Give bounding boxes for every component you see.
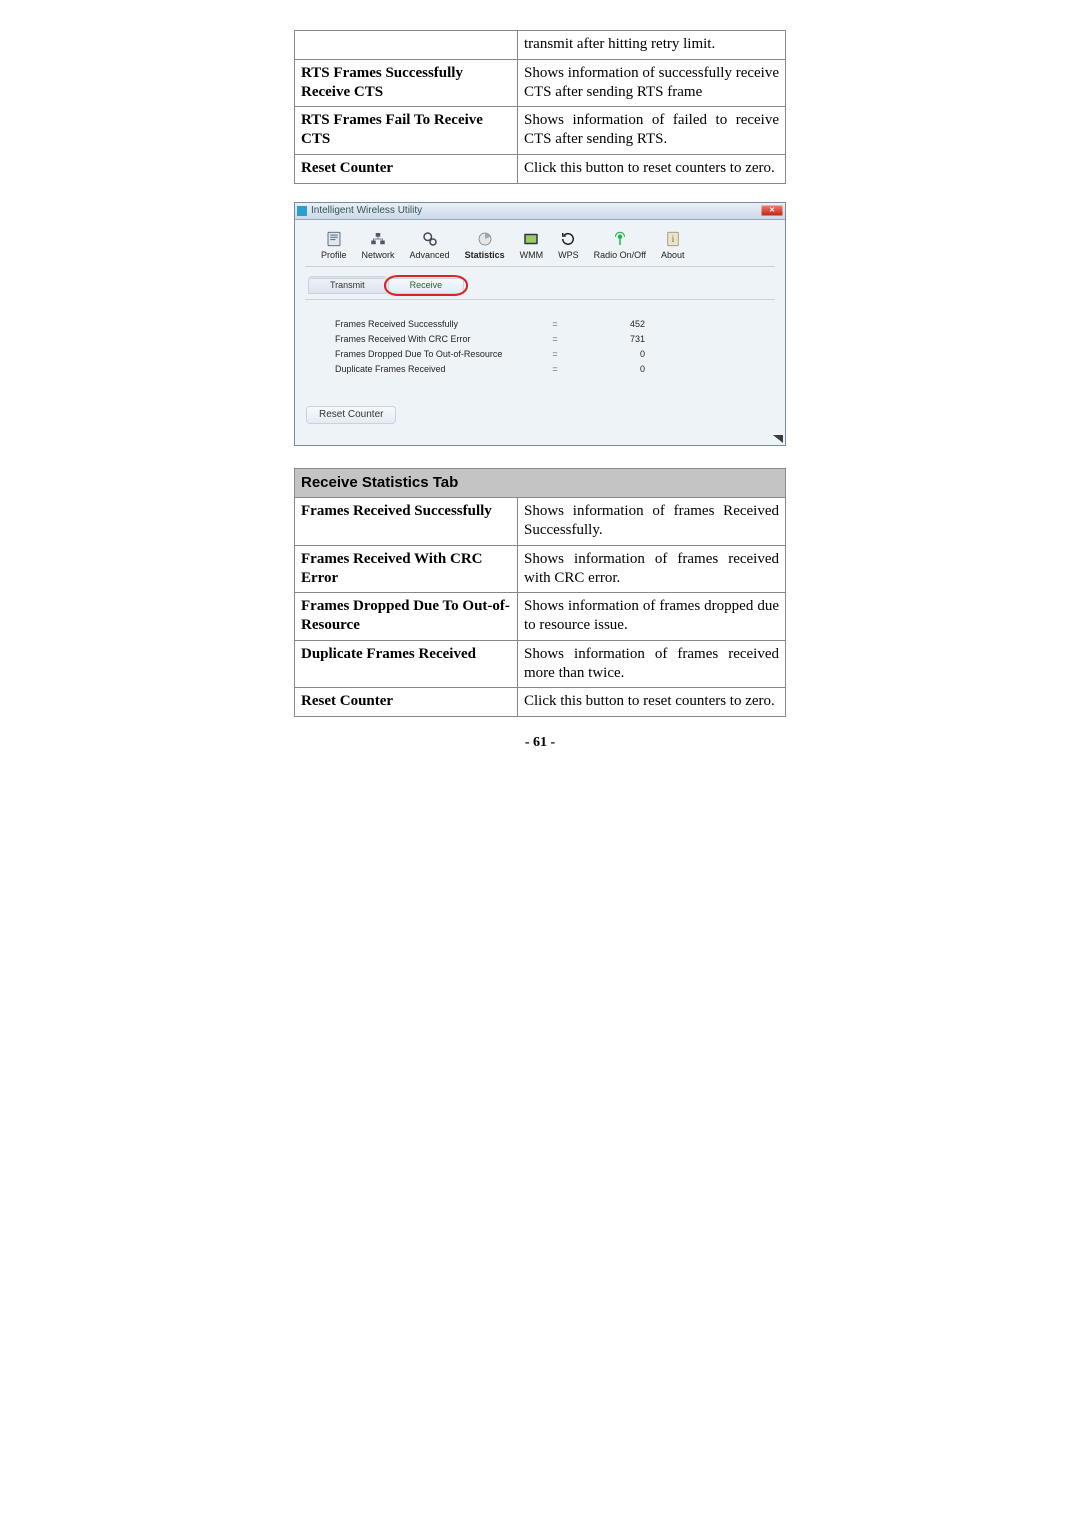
main-toolbar: Profile Network Advanced bbox=[305, 226, 775, 267]
table-section-header: Receive Statistics Tab bbox=[295, 468, 786, 498]
stat-row: Frames Received With CRC Error = 731 bbox=[335, 334, 755, 344]
table-row: transmit after hitting retry limit. bbox=[295, 31, 786, 60]
statistics-subtabs: Transmit Receive bbox=[305, 267, 775, 301]
toolbar-item-label: Advanced bbox=[410, 250, 450, 260]
wmm-icon bbox=[521, 230, 541, 248]
table-row: RTS Frames Fail To Receive CTS Shows inf… bbox=[295, 107, 786, 155]
stat-label: Duplicate Frames Received bbox=[335, 364, 535, 374]
tab-transmit[interactable]: Transmit bbox=[309, 277, 386, 293]
wireless-utility-window: Intelligent Wireless Utility ✕ Profile N… bbox=[294, 202, 786, 446]
toolbar-wmm[interactable]: WMM bbox=[514, 228, 550, 262]
stat-value: 452 bbox=[575, 319, 645, 329]
stat-value: 0 bbox=[575, 364, 645, 374]
desc-cell: transmit after hitting retry limit. bbox=[518, 31, 786, 60]
close-button[interactable]: ✕ bbox=[761, 205, 783, 216]
tab-label: Transmit bbox=[330, 280, 365, 290]
toolbar-item-label: Profile bbox=[321, 250, 347, 260]
profile-icon bbox=[324, 230, 344, 248]
term-cell: Frames Received Successfully bbox=[295, 498, 518, 546]
window-title: Intelligent Wireless Utility bbox=[311, 205, 422, 216]
table-row: Frames Received With CRC Error Shows inf… bbox=[295, 545, 786, 593]
desc-cell: Shows information of frames received mor… bbox=[518, 640, 786, 688]
term-cell: Frames Received With CRC Error bbox=[295, 545, 518, 593]
stat-row: Duplicate Frames Received = 0 bbox=[335, 364, 755, 374]
top-definitions-table: transmit after hitting retry limit. RTS … bbox=[294, 30, 786, 184]
table-row: Duplicate Frames Received Shows informat… bbox=[295, 640, 786, 688]
tab-label: Receive bbox=[410, 280, 443, 290]
page-number: - 61 - bbox=[0, 735, 1080, 751]
tab-receive[interactable]: Receive bbox=[389, 277, 464, 293]
toolbar-item-label: Statistics bbox=[465, 250, 505, 260]
term-cell: Reset Counter bbox=[295, 688, 518, 717]
term-cell: Reset Counter bbox=[295, 154, 518, 183]
desc-cell: Shows information of frames received wit… bbox=[518, 545, 786, 593]
receive-stats-block: Frames Received Successfully = 452 Frame… bbox=[305, 310, 775, 389]
stat-label: Frames Dropped Due To Out-of-Resource bbox=[335, 349, 535, 359]
toolbar-item-label: WPS bbox=[558, 250, 579, 260]
toolbar-statistics[interactable]: Statistics bbox=[459, 228, 511, 262]
toolbar-item-label: WMM bbox=[520, 250, 544, 260]
table-row: Frames Dropped Due To Out-of-Resource Sh… bbox=[295, 593, 786, 641]
stat-value: 0 bbox=[575, 349, 645, 359]
desc-cell: Shows information of successfully receiv… bbox=[518, 59, 786, 107]
desc-cell: Click this button to reset counters to z… bbox=[518, 688, 786, 717]
stat-equals: = bbox=[535, 319, 575, 329]
network-icon bbox=[368, 230, 388, 248]
stat-equals: = bbox=[535, 364, 575, 374]
receive-stats-definitions-table: Receive Statistics Tab Frames Received S… bbox=[294, 468, 786, 718]
stat-row: Frames Dropped Due To Out-of-Resource = … bbox=[335, 349, 755, 359]
stat-value: 731 bbox=[575, 334, 645, 344]
wps-icon bbox=[558, 230, 578, 248]
term-cell: RTS Frames Fail To Receive CTS bbox=[295, 107, 518, 155]
toolbar-advanced[interactable]: Advanced bbox=[404, 228, 456, 262]
term-cell bbox=[295, 31, 518, 60]
statistics-icon bbox=[475, 230, 495, 248]
app-icon bbox=[297, 206, 307, 216]
stat-equals: = bbox=[535, 349, 575, 359]
toolbar-item-label: Radio On/Off bbox=[594, 250, 646, 260]
gears-icon bbox=[420, 230, 440, 248]
window-titlebar: Intelligent Wireless Utility ✕ bbox=[295, 203, 785, 220]
radio-on-icon bbox=[610, 230, 630, 248]
term-cell: RTS Frames Successfully Receive CTS bbox=[295, 59, 518, 107]
reset-counter-button[interactable]: Reset Counter bbox=[307, 407, 395, 423]
section-heading: Receive Statistics Tab bbox=[295, 468, 786, 498]
desc-cell: Shows information of frames Received Suc… bbox=[518, 498, 786, 546]
stat-equals: = bbox=[535, 334, 575, 344]
toolbar-radio-toggle[interactable]: Radio On/Off bbox=[588, 228, 652, 262]
table-row: Reset Counter Click this button to reset… bbox=[295, 688, 786, 717]
term-cell: Frames Dropped Due To Out-of-Resource bbox=[295, 593, 518, 641]
toolbar-network[interactable]: Network bbox=[356, 228, 401, 262]
table-row: RTS Frames Successfully Receive CTS Show… bbox=[295, 59, 786, 107]
toolbar-profile[interactable]: Profile bbox=[315, 228, 353, 262]
desc-cell: Shows information of frames dropped due … bbox=[518, 593, 786, 641]
stat-row: Frames Received Successfully = 452 bbox=[335, 319, 755, 329]
tab-separator bbox=[305, 299, 775, 300]
toolbar-item-label: About bbox=[661, 250, 685, 260]
stat-label: Frames Received Successfully bbox=[335, 319, 535, 329]
resize-grip-icon[interactable] bbox=[295, 435, 785, 445]
desc-cell: Click this button to reset counters to z… bbox=[518, 154, 786, 183]
stat-label: Frames Received With CRC Error bbox=[335, 334, 535, 344]
table-row: Frames Received Successfully Shows infor… bbox=[295, 498, 786, 546]
toolbar-about[interactable]: i About bbox=[655, 228, 691, 262]
term-cell: Duplicate Frames Received bbox=[295, 640, 518, 688]
toolbar-wps[interactable]: WPS bbox=[552, 228, 585, 262]
table-row: Reset Counter Click this button to reset… bbox=[295, 154, 786, 183]
toolbar-item-label: Network bbox=[362, 250, 395, 260]
desc-cell: Shows information of failed to receive C… bbox=[518, 107, 786, 155]
about-icon: i bbox=[663, 230, 683, 248]
